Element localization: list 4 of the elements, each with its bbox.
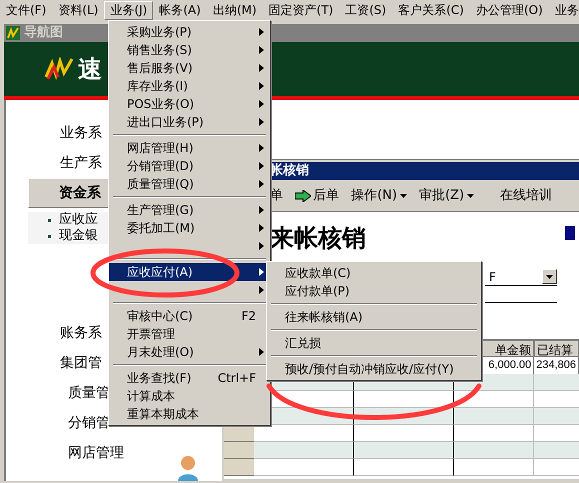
- table-cell: 234,806: [534, 357, 579, 374]
- window-title: 导航图: [24, 24, 63, 42]
- page-heading: 来帐核销: [270, 223, 368, 254]
- logo-text: 速: [78, 54, 102, 85]
